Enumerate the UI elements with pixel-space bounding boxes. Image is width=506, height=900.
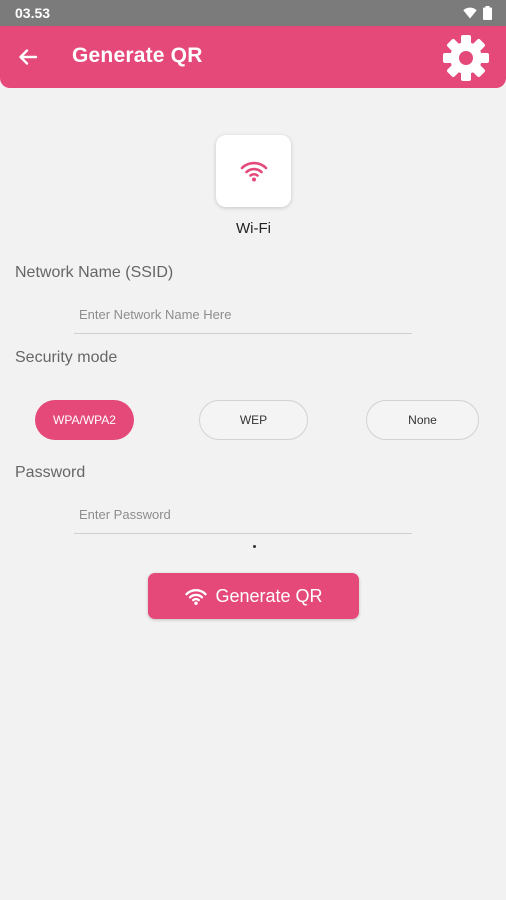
qr-type-card: [216, 135, 291, 207]
qr-type-label: Wi-Fi: [236, 220, 271, 237]
arrow-left-icon: [19, 49, 38, 65]
security-option-wpa-wpa2[interactable]: WPA/WPA2: [35, 400, 134, 440]
divider-dot: [253, 545, 256, 548]
status-bar: 03.53: [0, 0, 506, 26]
security-option-none[interactable]: None: [366, 400, 479, 440]
network-name-label: Network Name (SSID): [15, 264, 174, 281]
wifi-icon: [240, 161, 267, 182]
gear-icon: [443, 35, 489, 81]
network-name-field-wrapper: [74, 296, 412, 334]
wifi-status-icon: [463, 7, 477, 19]
status-icons: [463, 6, 492, 20]
network-name-input[interactable]: [74, 296, 412, 333]
security-mode-label: Security mode: [15, 349, 118, 366]
back-button[interactable]: [14, 43, 42, 71]
generate-qr-button[interactable]: Generate QR: [148, 573, 359, 619]
generate-qr-label: Generate QR: [215, 585, 323, 606]
password-input[interactable]: [74, 496, 412, 533]
app-bar: Generate QR: [0, 26, 506, 88]
wifi-icon: [185, 588, 208, 605]
password-field-wrapper: [74, 496, 412, 534]
settings-button[interactable]: [441, 33, 491, 83]
password-label: Password: [15, 464, 86, 481]
status-time: 03.53: [15, 5, 51, 21]
battery-icon: [483, 6, 492, 20]
page-title: Generate QR: [72, 44, 203, 67]
security-option-wep[interactable]: WEP: [199, 400, 308, 440]
